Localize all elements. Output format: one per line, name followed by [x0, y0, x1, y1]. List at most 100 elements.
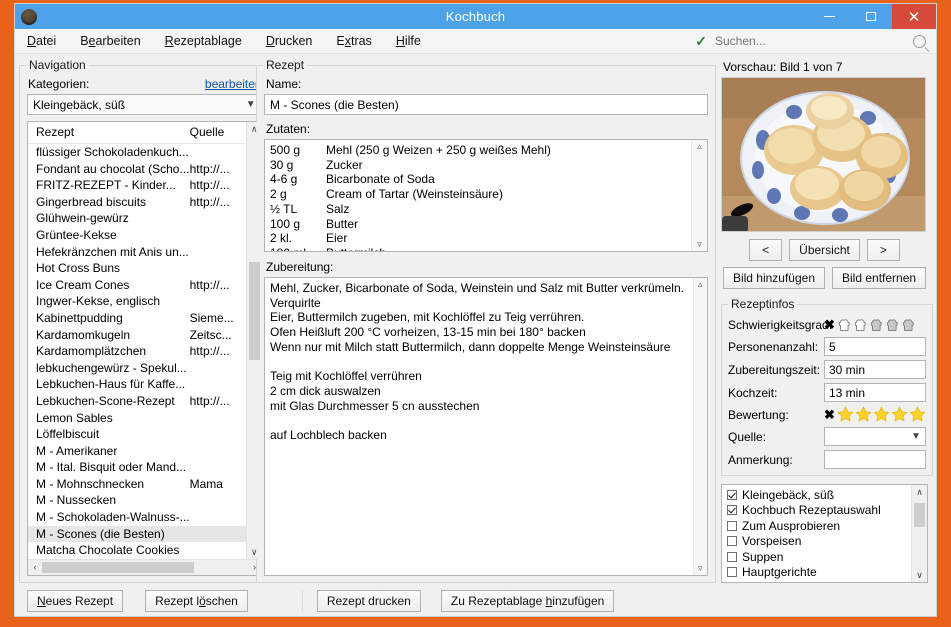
list-item[interactable]: Suppen: [722, 549, 911, 565]
table-row[interactable]: Gingerbread biscuitshttp://...: [28, 194, 246, 211]
ingredients-scrollbar[interactable]: ▵ ▿: [691, 140, 707, 251]
table-row[interactable]: Glühwein-gewürz: [28, 210, 246, 227]
recipe-list-hscrollbar[interactable]: ‹ ›: [28, 559, 262, 575]
photo-image: [722, 78, 926, 232]
checkbox-icon[interactable]: [727, 536, 737, 546]
preparation-textarea[interactable]: Mehl, Zucker, Bicarbonate of Soda, Weins…: [264, 277, 708, 576]
menu-datei[interactable]: Datei: [15, 31, 68, 51]
menu-drucken[interactable]: Drucken: [254, 31, 325, 51]
add-to-tray-button[interactable]: Zu Rezeptablage hinzufügen: [441, 590, 614, 612]
prev-image-button[interactable]: <: [749, 239, 782, 261]
list-item[interactable]: Kleingebäck, süß: [722, 487, 911, 503]
table-row[interactable]: Löffelbiscuit: [28, 426, 246, 443]
list-item[interactable]: Hauptgerichte: [722, 565, 911, 581]
recipe-name-cell: Matcha Chocolate Cookies: [28, 542, 190, 559]
star-icon: [873, 406, 890, 423]
cooktime-input[interactable]: 13 min: [824, 383, 926, 402]
table-row[interactable]: Lebkuchen-Haus für Kaffe...: [28, 376, 246, 393]
scroll-down-icon[interactable]: ∨: [251, 545, 258, 559]
difficulty-clear-icon[interactable]: ✖: [824, 317, 835, 333]
table-row[interactable]: Kardamomplätzchenhttp://...: [28, 343, 246, 360]
table-row[interactable]: Lebkuchen-Scone-Rezepthttp://...: [28, 393, 246, 410]
recipe-list-vthumb[interactable]: [249, 262, 260, 360]
table-row[interactable]: M - Amerikaner: [28, 443, 246, 460]
ingredients-scroll-down-icon[interactable]: ▿: [697, 239, 702, 250]
recipe-listbox[interactable]: Rezept Quelle flüssiger Schokoladenkuch.…: [27, 121, 263, 576]
table-row[interactable]: M - Ital. Bisquit oder Mand...: [28, 459, 246, 476]
difficulty-label: Schwierigkeitsgrad:: [728, 318, 824, 332]
edit-categories-link[interactable]: bearbeiten: [205, 77, 262, 91]
scroll-up-icon[interactable]: ∧: [251, 122, 258, 136]
recipe-photo[interactable]: [721, 77, 926, 232]
star-icon: [909, 406, 926, 423]
add-image-button[interactable]: Bild hinzufügen: [723, 267, 825, 289]
recipe-name-input[interactable]: M - Scones (die Besten): [264, 94, 708, 115]
table-row[interactable]: Fondant au chocolat (Scho...http://...: [28, 161, 246, 178]
table-row[interactable]: KardamomkugelnZeitsc...: [28, 327, 246, 344]
new-recipe-button[interactable]: Neues Rezept: [27, 590, 123, 612]
ingredients-textarea[interactable]: 500 gMehl (250 g Weizen + 250 g weißes M…: [264, 139, 708, 252]
recipe-list-header: Rezept Quelle: [28, 122, 246, 144]
chef-hat-icon: [869, 318, 884, 333]
table-row[interactable]: Ice Cream Coneshttp://...: [28, 277, 246, 294]
preparation-scrollbar[interactable]: ▵ ▿: [693, 278, 707, 575]
remove-image-button[interactable]: Bild entfernen: [832, 267, 926, 289]
rating-stars[interactable]: [837, 406, 926, 423]
menu-rezeptablage[interactable]: Rezeptablage: [153, 31, 254, 51]
menu-hilfe[interactable]: Hilfe: [384, 31, 433, 51]
table-row[interactable]: Hot Cross Buns: [28, 260, 246, 277]
ingredients-scroll-up-icon[interactable]: ▵: [697, 141, 702, 152]
menu-datei-label: Datei: [27, 34, 56, 48]
category-select[interactable]: Kleingebäck, süß ▼: [27, 94, 263, 115]
persons-input[interactable]: 5: [824, 337, 926, 356]
checkbox-icon[interactable]: [727, 490, 737, 500]
delete-recipe-button[interactable]: Rezept löschen: [145, 590, 248, 612]
checkbox-icon[interactable]: [727, 505, 737, 515]
checkbox-icon[interactable]: [727, 521, 737, 531]
list-item[interactable]: Vorspeisen: [722, 534, 911, 550]
recipe-name-cell: Gingerbread biscuits: [28, 194, 190, 211]
list-item[interactable]: Zum Ausprobieren: [722, 518, 911, 534]
rating-clear-icon[interactable]: ✖: [824, 407, 835, 423]
table-row[interactable]: Grüntee-Kekse: [28, 227, 246, 244]
search-input[interactable]: [713, 33, 907, 49]
table-row[interactable]: Hefekränzchen mit Anis un...: [28, 244, 246, 261]
menu-bearbeiten[interactable]: Bearbeiten: [68, 31, 152, 51]
checkbox-icon[interactable]: [727, 552, 737, 562]
checkbox-icon[interactable]: [727, 567, 737, 577]
recipe-list-hthumb[interactable]: [42, 562, 194, 573]
category-checklist[interactable]: Kleingebäck, süßKochbuch RezeptauswahlZu…: [721, 484, 928, 583]
table-row[interactable]: Lemon Sables: [28, 410, 246, 427]
table-row[interactable]: Ingwer-Kekse, englisch: [28, 293, 246, 310]
recipe-name-cell: Fondant au chocolat (Scho...: [28, 161, 190, 178]
category-vthumb[interactable]: [914, 503, 925, 527]
next-image-button[interactable]: >: [867, 239, 900, 261]
scroll-down-icon[interactable]: ∨: [916, 568, 923, 582]
difficulty-hats[interactable]: [837, 318, 916, 333]
overview-button[interactable]: Übersicht: [789, 239, 860, 261]
scroll-left-icon[interactable]: ‹: [28, 562, 42, 572]
preparation-scroll-up-icon[interactable]: ▵: [698, 279, 703, 290]
list-item[interactable]: Kochbuch Rezeptauswahl: [722, 503, 911, 519]
table-row[interactable]: lebkuchengewürz - Spekul...: [28, 360, 246, 377]
ingredient-line: 30 gZucker: [270, 158, 686, 173]
source-select[interactable]: ▼: [824, 427, 926, 446]
table-row[interactable]: M - Scones (die Besten): [28, 526, 246, 543]
menu-extras[interactable]: Extras: [324, 31, 383, 51]
recipe-list-vscrollbar[interactable]: ∧ ∨: [246, 122, 262, 559]
note-input[interactable]: [824, 450, 926, 469]
table-row[interactable]: M - Nussecken: [28, 492, 246, 509]
print-recipe-button[interactable]: Rezept drucken: [317, 590, 421, 612]
table-row[interactable]: FRITZ-REZEPT - Kinder...http://...: [28, 177, 246, 194]
preptime-input[interactable]: 30 min: [824, 360, 926, 379]
table-row[interactable]: Matcha Chocolate Cookies: [28, 542, 246, 559]
category-scrollbar[interactable]: ∧ ∨: [911, 485, 927, 582]
preparation-scroll-down-icon[interactable]: ▿: [698, 563, 703, 574]
table-row[interactable]: M - MohnschneckenMama: [28, 476, 246, 493]
search-icon[interactable]: [913, 35, 926, 48]
ingredient-line: ½ TLSalz: [270, 202, 686, 217]
table-row[interactable]: M - Schokoladen-Walnuss-...: [28, 509, 246, 526]
scroll-up-icon[interactable]: ∧: [916, 485, 923, 499]
table-row[interactable]: KabinettpuddingSieme...: [28, 310, 246, 327]
table-row[interactable]: flüssiger Schokoladenkuch...: [28, 144, 246, 161]
